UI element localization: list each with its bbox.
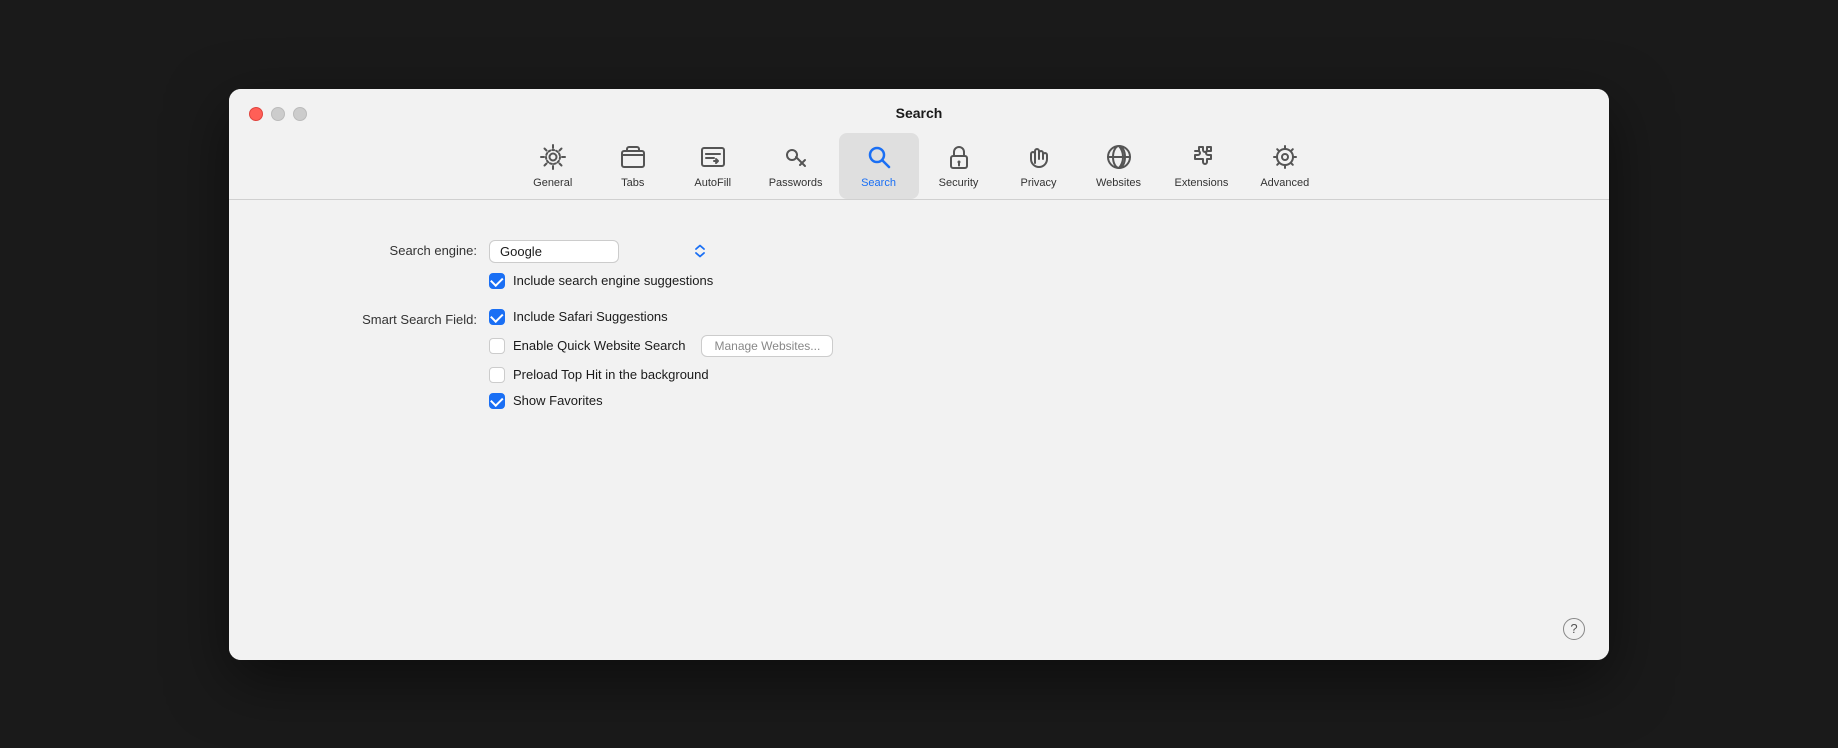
minimize-button[interactable] bbox=[271, 107, 285, 121]
select-arrow-icon bbox=[693, 243, 707, 259]
settings-content: Search engine: Google Yahoo Bing DuckDuc… bbox=[229, 200, 1609, 660]
smart-search-controls: Include Safari Suggestions Enable Quick … bbox=[489, 309, 833, 409]
tabs-icon bbox=[617, 141, 649, 173]
safari-suggestions-checkbox[interactable] bbox=[489, 309, 505, 325]
search-engine-controls: Google Yahoo Bing DuckDuckGo Ecosia bbox=[489, 240, 713, 289]
tab-search-label: Search bbox=[861, 177, 896, 189]
help-button[interactable]: ? bbox=[1563, 618, 1585, 640]
smart-search-label: Smart Search Field: bbox=[289, 309, 489, 327]
autofill-icon bbox=[697, 141, 729, 173]
safari-suggestions-row: Include Safari Suggestions bbox=[489, 309, 833, 325]
window-title: Search bbox=[896, 105, 943, 121]
tab-general-label: General bbox=[533, 177, 572, 189]
quick-website-search-label: Enable Quick Website Search bbox=[513, 338, 685, 353]
quick-website-search-row: Enable Quick Website Search Manage Websi… bbox=[489, 335, 833, 357]
tab-autofill-label: AutoFill bbox=[694, 177, 731, 189]
tab-security[interactable]: Security bbox=[919, 133, 999, 199]
search-engine-select-wrapper: Google Yahoo Bing DuckDuckGo Ecosia bbox=[489, 240, 713, 263]
tab-extensions-label: Extensions bbox=[1175, 177, 1229, 189]
include-suggestions-label: Include search engine suggestions bbox=[513, 273, 713, 288]
tab-websites-label: Websites bbox=[1096, 177, 1141, 189]
tab-tabs-label: Tabs bbox=[621, 177, 644, 189]
tab-advanced-label: Advanced bbox=[1260, 177, 1309, 189]
content-area: Search engine: Google Yahoo Bing DuckDuc… bbox=[229, 200, 1609, 660]
close-button[interactable] bbox=[249, 107, 263, 121]
search-engine-select[interactable]: Google Yahoo Bing DuckDuckGo Ecosia bbox=[489, 240, 619, 263]
tab-passwords-label: Passwords bbox=[769, 177, 823, 189]
hand-icon bbox=[1023, 141, 1055, 173]
show-favorites-row: Show Favorites bbox=[489, 393, 833, 409]
tab-websites[interactable]: Websites bbox=[1079, 133, 1159, 199]
toolbar: General Tabs bbox=[249, 133, 1589, 199]
safari-suggestions-label: Include Safari Suggestions bbox=[513, 309, 668, 324]
lock-icon bbox=[943, 141, 975, 173]
quick-website-search-checkbox[interactable] bbox=[489, 338, 505, 354]
search-engine-label: Search engine: bbox=[289, 240, 489, 258]
gear-icon bbox=[537, 141, 569, 173]
preload-top-hit-row: Preload Top Hit in the background bbox=[489, 367, 833, 383]
tab-passwords[interactable]: Passwords bbox=[753, 133, 839, 199]
key-icon bbox=[780, 141, 812, 173]
include-suggestions-checkbox[interactable] bbox=[489, 273, 505, 289]
traffic-lights bbox=[249, 107, 307, 121]
gear-advanced-icon bbox=[1269, 141, 1301, 173]
tab-tabs[interactable]: Tabs bbox=[593, 133, 673, 199]
tab-privacy-label: Privacy bbox=[1020, 177, 1056, 189]
include-suggestions-row: Include search engine suggestions bbox=[489, 273, 713, 289]
search-engine-row: Search engine: Google Yahoo Bing DuckDuc… bbox=[289, 240, 1549, 289]
tab-privacy[interactable]: Privacy bbox=[999, 133, 1079, 199]
puzzle-icon bbox=[1185, 141, 1217, 173]
globe-icon bbox=[1103, 141, 1135, 173]
search-icon bbox=[863, 141, 895, 173]
smart-search-row: Smart Search Field: Include Safari Sugge… bbox=[289, 309, 1549, 409]
preferences-window: Search General bbox=[229, 89, 1609, 660]
tab-general[interactable]: General bbox=[513, 133, 593, 199]
show-favorites-label: Show Favorites bbox=[513, 393, 603, 408]
preload-top-hit-label: Preload Top Hit in the background bbox=[513, 367, 709, 382]
tab-security-label: Security bbox=[939, 177, 979, 189]
tab-extensions[interactable]: Extensions bbox=[1159, 133, 1245, 199]
preload-top-hit-checkbox[interactable] bbox=[489, 367, 505, 383]
maximize-button[interactable] bbox=[293, 107, 307, 121]
manage-websites-button[interactable]: Manage Websites... bbox=[701, 335, 833, 357]
tab-advanced[interactable]: Advanced bbox=[1244, 133, 1325, 199]
titlebar: Search General bbox=[229, 89, 1609, 199]
tab-autofill[interactable]: AutoFill bbox=[673, 133, 753, 199]
show-favorites-checkbox[interactable] bbox=[489, 393, 505, 409]
tab-search[interactable]: Search bbox=[839, 133, 919, 199]
